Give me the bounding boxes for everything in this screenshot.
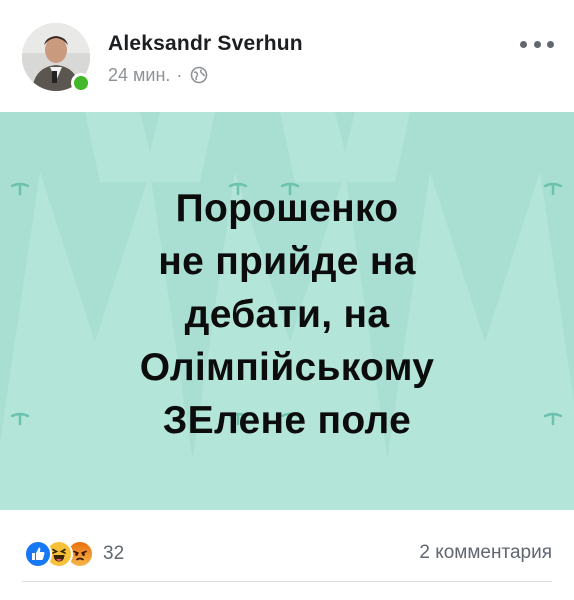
online-status-indicator: [71, 73, 91, 93]
author-name[interactable]: Aleksandr Sverhun: [108, 32, 303, 56]
post-meta: 24 мин. ·: [108, 64, 208, 86]
more-options-button[interactable]: [520, 36, 554, 52]
globe-icon[interactable]: [190, 66, 208, 84]
text-line: дебати, на: [184, 293, 390, 336]
more-horizontal-icon: [520, 40, 527, 48]
post-image-text: Порошенко не прийде на дебати, на Олімпі…: [0, 182, 574, 447]
reaction-count: 32: [103, 543, 125, 564]
reactions-summary[interactable]: 32: [24, 540, 124, 568]
comments-count-link[interactable]: 2 комментария: [419, 542, 552, 564]
text-line: ЗЕлене поле: [162, 399, 412, 442]
post-footer: 32 2 комментария: [0, 510, 574, 600]
text-line: Порошенко: [175, 187, 399, 230]
text-line: Олімпійському: [139, 346, 435, 389]
post-timestamp[interactable]: 24 мин.: [108, 65, 170, 86]
post-image[interactable]: Порошенко не прийде на дебати, на Олімпі…: [0, 112, 574, 510]
text-line: не прийде на: [158, 240, 416, 283]
meta-separator: ·: [176, 64, 183, 85]
footer-divider: [22, 581, 552, 582]
post-card: Aleksandr Sverhun 24 мин. · Порошенко не…: [0, 0, 574, 600]
like-icon: [24, 540, 52, 568]
post-header: Aleksandr Sverhun 24 мин. ·: [0, 0, 574, 112]
